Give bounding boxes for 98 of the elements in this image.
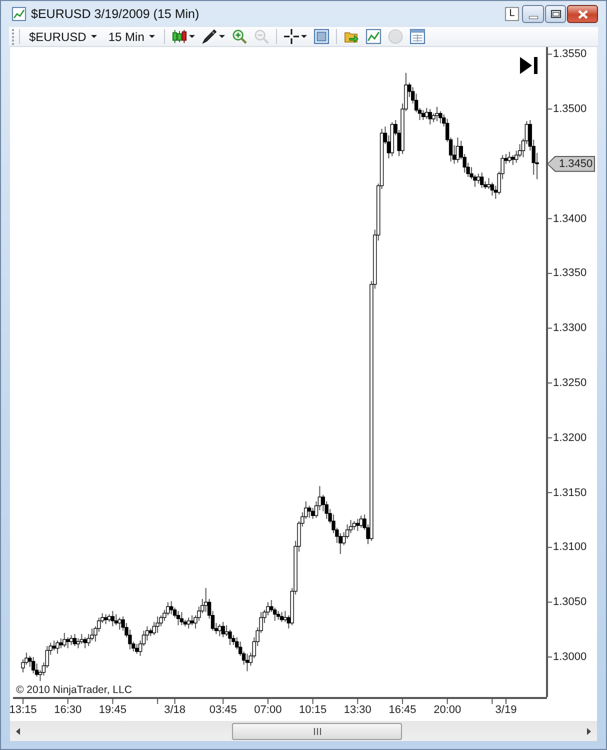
candlestick [114, 614, 118, 626]
candlestick [308, 505, 312, 518]
candlestick [80, 633, 84, 644]
candlestick [456, 137, 460, 164]
candlestick [204, 587, 208, 613]
candlestick [221, 621, 225, 638]
candlestick [72, 633, 77, 647]
time-label: 16:45 [388, 703, 418, 717]
close-icon [578, 10, 588, 18]
time-label: 3/18 [163, 703, 186, 717]
price-label: 1.3500 [553, 102, 587, 116]
panel-button[interactable] [408, 28, 428, 46]
layout-button[interactable]: L [505, 7, 519, 21]
table-icon [410, 29, 426, 44]
candlestick [170, 600, 174, 615]
caret-icon [149, 35, 156, 38]
circle-icon [388, 29, 404, 44]
maximize-button[interactable] [545, 5, 566, 23]
candlestick [438, 110, 442, 124]
candlestick [424, 107, 428, 120]
time-label: 13:30 [342, 703, 372, 717]
candlestick [190, 614, 194, 626]
candlestick [59, 638, 63, 649]
properties-button[interactable] [312, 28, 332, 46]
price-label: 1.3050 [553, 595, 587, 610]
candlestick [480, 172, 484, 188]
crosshair-icon [284, 29, 300, 44]
dropdown-button[interactable]: 15 Min [104, 28, 160, 46]
time-label: 16:30 [53, 703, 83, 717]
candlestick [156, 616, 160, 634]
drawing-tool-button[interactable] [200, 28, 228, 46]
candlestick [62, 632, 66, 648]
chart-icon [12, 7, 26, 21]
candlestick [508, 151, 512, 164]
scrollbar-track[interactable] [10, 721, 597, 741]
candlestick [52, 640, 56, 651]
chart-style-button[interactable] [170, 28, 198, 46]
price-label: 1.3400 [553, 212, 587, 226]
candlestick [280, 612, 284, 622]
candlestick [310, 507, 315, 520]
candlestick [476, 173, 480, 184]
candlestick [110, 610, 115, 627]
price-label: 1.3000 [553, 650, 587, 664]
candlestick [104, 614, 108, 625]
crosshair-button[interactable] [282, 28, 310, 46]
candlestick [32, 656, 36, 674]
window-icon [314, 29, 330, 44]
scroll-left-icon[interactable] [16, 728, 20, 734]
time-label: 19:45 [98, 703, 128, 717]
candlestick [66, 636, 70, 649]
candlestick [421, 110, 426, 120]
time-label: 10:15 [298, 703, 328, 717]
chart-icon [366, 29, 382, 44]
time-label: 3/19 [494, 703, 518, 717]
zoom-out-icon [254, 29, 270, 44]
candlestick [228, 629, 232, 646]
candlestick [511, 154, 515, 166]
caret-icon [91, 35, 98, 38]
candlestick [435, 106, 439, 122]
price-label: 1.3250 [553, 376, 587, 390]
price-label: 1.3300 [553, 321, 587, 336]
dropdown-button[interactable]: $EURUSD [25, 28, 102, 46]
minimize-icon [528, 16, 538, 18]
minimize-button[interactable] [522, 5, 544, 23]
close-button[interactable] [567, 5, 598, 23]
skip-to-end-icon[interactable] [520, 57, 538, 74]
candlestick [176, 610, 180, 626]
time-label: 13:15 [8, 703, 38, 717]
price-label: 1.3350 [553, 266, 587, 280]
time-label: 07:00 [253, 703, 283, 717]
candlestick [56, 640, 60, 654]
grip-icon [314, 728, 320, 734]
scroll-right-icon[interactable] [587, 728, 591, 734]
price-label: 1.3200 [553, 430, 587, 445]
time-label: 03:45 [208, 703, 238, 717]
zoom-in-button[interactable] [230, 28, 250, 46]
candlestick [245, 653, 250, 672]
price-label: 1.3150 [553, 486, 587, 500]
pencil-icon [202, 29, 218, 44]
scrollbar-thumb[interactable] [232, 722, 402, 740]
chart-button[interactable] [364, 28, 384, 46]
price-label: 1.3550 [553, 47, 587, 62]
last-price-label: 1.3450 [547, 156, 595, 172]
candlestick [283, 610, 288, 622]
candlestick [490, 182, 494, 196]
candlestick [135, 643, 139, 654]
candlestick [69, 634, 74, 646]
window-title: $EURUSD 3/19/2009 (15 Min) [31, 7, 200, 21]
time-label: 20:00 [432, 703, 462, 717]
copyright-text: © 2010 NinjaTrader, LLC [16, 684, 132, 696]
candlestick-icon [172, 29, 188, 44]
candlestick [356, 518, 360, 532]
candlestick [180, 612, 184, 626]
zoom-in-icon [232, 29, 248, 44]
price-label: 1.3100 [553, 540, 587, 554]
candlestick [224, 624, 228, 637]
candlestick [218, 624, 222, 637]
maximize-icon [550, 10, 560, 18]
